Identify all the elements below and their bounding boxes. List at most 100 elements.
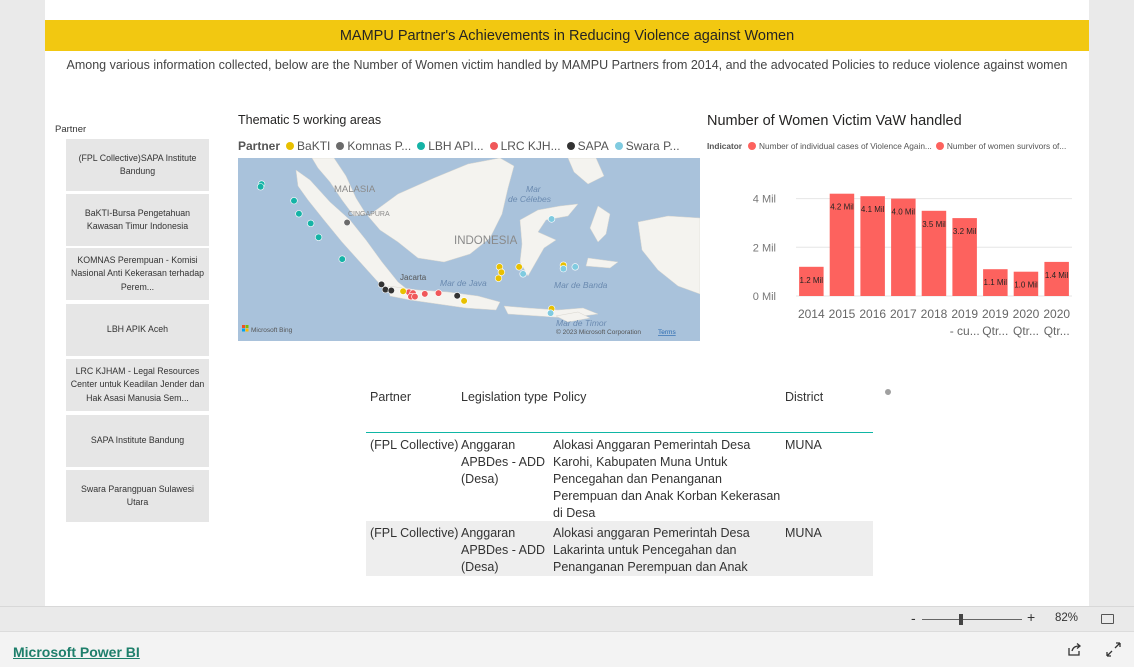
powerbi-brand-link[interactable]: Microsoft Power BI xyxy=(13,644,140,660)
x-tick-label: Qtr... xyxy=(1013,324,1039,338)
slicer-item-komnas[interactable]: KOMNAS Perempuan - Komisi Nasional Anti … xyxy=(66,248,209,300)
slicer-item-lrc-kjham[interactable]: LRC KJHAM - Legal Resources Center untuk… xyxy=(66,359,209,411)
map-point[interactable] xyxy=(519,270,527,278)
map-label-indonesia: INDONESIA xyxy=(454,235,518,247)
map-point[interactable] xyxy=(387,286,395,295)
slicer-item-fpl-sapa[interactable]: (FPL Collective)SAPA Institute Bandung xyxy=(66,139,209,191)
map-point[interactable] xyxy=(307,219,315,228)
map-point[interactable] xyxy=(381,286,389,294)
zoom-out-button[interactable]: - xyxy=(911,610,916,626)
table-header-row: Partner Legislation type Policy District xyxy=(366,383,873,433)
map-label-banda: Mar de Banda xyxy=(554,280,608,290)
indonesia-map[interactable]: MALASIA CINGAPURA INDONESIA Mar de Céleb… xyxy=(238,158,700,341)
legend-label: Number of women survivors of... xyxy=(946,141,1067,151)
cell-district: MUNA xyxy=(785,526,822,540)
x-tick-label: 2014 xyxy=(798,307,825,321)
map-point[interactable] xyxy=(290,197,298,205)
map-point[interactable] xyxy=(257,183,265,191)
bing-logo-square xyxy=(245,328,249,332)
y-tick-label: 2 Mil xyxy=(753,242,776,254)
map-point[interactable] xyxy=(343,218,351,227)
legend-label: LBH API... xyxy=(428,139,484,153)
map-point[interactable] xyxy=(494,274,503,282)
map-legend-item[interactable]: Komnas P... xyxy=(336,139,411,153)
map-point[interactable] xyxy=(411,293,419,301)
legend-dot-sapa xyxy=(566,142,575,150)
x-tick-label: 2015 xyxy=(829,307,856,321)
bing-logo-square xyxy=(242,328,245,332)
map-point[interactable] xyxy=(548,215,556,223)
bar-data-label: 3.5 Mil xyxy=(922,220,946,229)
map-point[interactable] xyxy=(547,309,555,317)
map-point[interactable] xyxy=(421,290,429,298)
map-point[interactable] xyxy=(453,292,461,300)
map-legend-item[interactable]: LBH API... xyxy=(417,139,484,153)
slicer-item-label: KOMNAS Perempuan - Komisi Nasional Anti … xyxy=(70,254,205,292)
map-label-jakarta: Jacarta xyxy=(400,273,427,282)
slicer-item-sapa[interactable]: SAPA Institute Bandung xyxy=(66,415,209,467)
powerbi-footer: Microsoft Power BI xyxy=(0,631,1134,667)
map-point[interactable] xyxy=(497,268,506,276)
zoom-level: 82% xyxy=(1055,612,1079,624)
map-point[interactable] xyxy=(460,297,468,305)
table-scroll-indicator[interactable] xyxy=(885,389,891,395)
bing-logo-square xyxy=(242,325,245,328)
table-row[interactable]: (FPL Collective) Anggaran APBDes - ADD (… xyxy=(366,433,873,521)
map-point[interactable] xyxy=(399,287,407,295)
column-header-legislation-type[interactable]: Legislation type xyxy=(461,389,553,432)
x-tick-label: 2020 xyxy=(1043,307,1070,321)
column-header-policy[interactable]: Policy xyxy=(553,389,785,432)
map-point[interactable] xyxy=(295,210,303,218)
map-point[interactable] xyxy=(559,265,568,273)
bing-logo-text: Microsoft Bing xyxy=(251,327,293,334)
zoom-slider-track[interactable] xyxy=(922,619,1022,620)
map-copyright: © 2023 Microsoft Corporation xyxy=(556,328,641,336)
legend-label: Number of individual cases of Violence A… xyxy=(759,141,932,151)
slicer-item-label: Swara Parangpuan Sulawesi Utara xyxy=(81,483,194,508)
cell-partner: (FPL Collective) xyxy=(370,526,459,540)
legend-dot-survivors xyxy=(935,142,944,150)
bar-data-label: 1.4 Mil xyxy=(1045,271,1069,280)
share-icon[interactable] xyxy=(1067,642,1082,662)
map-terms-link[interactable]: Terms xyxy=(658,329,676,336)
partner-slicer-title: Partner xyxy=(55,124,87,135)
map-legend-item[interactable]: Swara P... xyxy=(614,139,680,153)
map-label-celebes-2: de Célebes xyxy=(508,194,552,204)
map-point[interactable] xyxy=(571,263,579,271)
report-subtitle: Among various information collected, bel… xyxy=(66,58,1068,72)
map-title: Thematic 5 working areas xyxy=(238,113,382,127)
slicer-item-swara[interactable]: Swara Parangpuan Sulawesi Utara xyxy=(66,470,209,522)
slicer-item-bakti[interactable]: BaKTI-Bursa Pengetahuan Kawasan Timur In… xyxy=(66,194,209,246)
bar-data-label: 1.2 Mil xyxy=(800,276,824,285)
column-header-district[interactable]: District xyxy=(785,389,873,432)
legend-dot-swara xyxy=(614,142,623,150)
map-point[interactable] xyxy=(314,233,323,241)
legend-dot-cases xyxy=(748,142,757,150)
fit-to-page-icon[interactable] xyxy=(1101,614,1114,624)
zoom-slider-thumb[interactable] xyxy=(959,614,963,625)
legend-label: SAPA xyxy=(577,139,609,153)
map-point[interactable] xyxy=(515,263,523,271)
table-row[interactable]: (FPL Collective) Anggaran APBDes - ADD (… xyxy=(366,521,873,576)
map-label-malasia: MALASIA xyxy=(334,184,376,195)
map-label-java-sea: Mar de Java xyxy=(440,278,487,288)
map-point[interactable] xyxy=(434,289,443,297)
map-legend-title: Partner xyxy=(238,139,281,153)
column-header-partner[interactable]: Partner xyxy=(366,389,461,432)
map-legend-item[interactable]: LRC KJH... xyxy=(489,139,561,153)
cell-district: MUNA xyxy=(785,438,822,452)
chart-legend-item[interactable]: Number of women survivors of... xyxy=(935,141,1067,151)
maluku-land xyxy=(585,205,619,269)
map-legend-item[interactable]: SAPA xyxy=(566,139,609,153)
legend-dot-komnas xyxy=(336,142,345,150)
zoom-in-button[interactable]: + xyxy=(1027,609,1035,625)
map-point[interactable] xyxy=(338,255,346,263)
fullscreen-icon[interactable] xyxy=(1106,642,1121,662)
x-tick-label: 2016 xyxy=(859,307,886,321)
chart-legend-item[interactable]: Number of individual cases of Violence A… xyxy=(748,141,932,151)
share-icon-svg xyxy=(1068,643,1082,656)
slicer-item-lbh-apik[interactable]: LBH APIK Aceh xyxy=(66,304,209,356)
map-canvas: MALASIA CINGAPURA INDONESIA Mar de Céleb… xyxy=(242,158,700,336)
bar-data-label: 4.2 Mil xyxy=(830,203,854,212)
map-legend-item[interactable]: BaKTI xyxy=(286,139,330,153)
